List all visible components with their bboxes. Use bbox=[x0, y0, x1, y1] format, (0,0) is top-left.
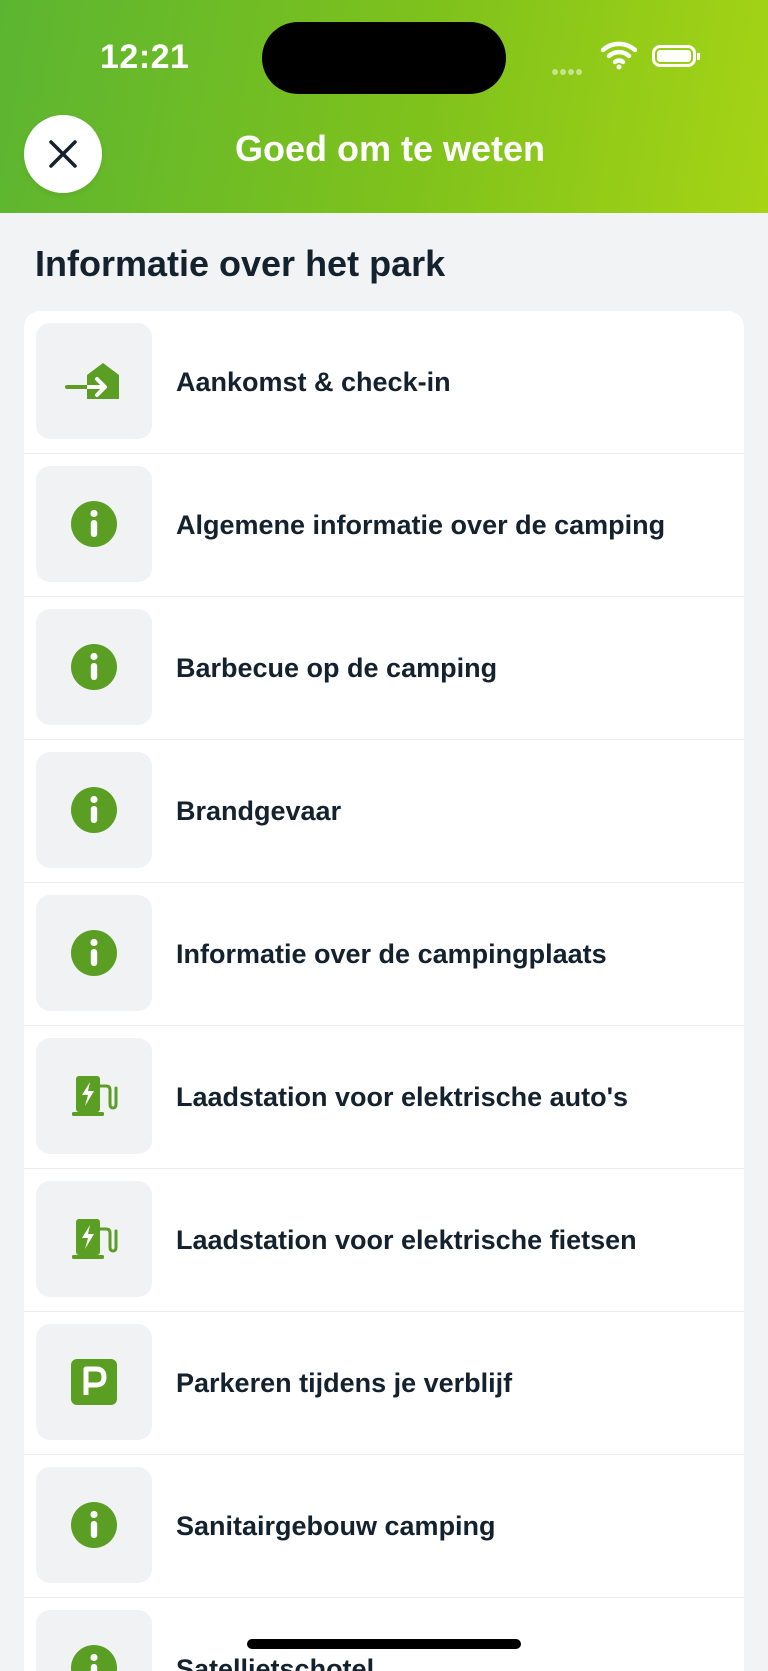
list-item-label: Laadstation voor elektrische auto's bbox=[176, 1081, 629, 1112]
info-icon bbox=[71, 930, 117, 976]
list-item-sanitary-building[interactable]: Sanitairgebouw camping bbox=[24, 1455, 744, 1598]
wifi-icon bbox=[601, 41, 637, 70]
list-item-parking[interactable]: Parkeren tijdens je verblijf bbox=[24, 1312, 744, 1455]
info-icon bbox=[71, 1502, 117, 1548]
list-item-label: Laadstation voor elektrische fietsen bbox=[176, 1224, 637, 1255]
list-item-label: Parkeren tijdens je verblijf bbox=[176, 1367, 513, 1398]
icon-tile bbox=[36, 752, 152, 868]
section-title: Informatie over het park bbox=[35, 243, 446, 284]
battery-icon bbox=[652, 45, 700, 67]
list-item-satellite-dish[interactable]: Satellietschotel bbox=[24, 1598, 744, 1671]
list-item-ev-charging-cars[interactable]: Laadstation voor elektrische auto's bbox=[24, 1026, 744, 1169]
list-item-label: Brandgevaar bbox=[176, 795, 342, 826]
list-item-label: Aankomst & check-in bbox=[176, 366, 451, 397]
info-list: Aankomst & check-in Algemene informatie … bbox=[24, 311, 744, 1671]
icon-tile bbox=[36, 609, 152, 725]
list-item-label: Algemene informatie over de camping bbox=[176, 509, 666, 540]
home-indicator[interactable] bbox=[247, 1639, 521, 1649]
icon-tile bbox=[36, 1038, 152, 1154]
list-item-arrival[interactable]: Aankomst & check-in bbox=[24, 311, 744, 454]
page-title: Goed om te weten bbox=[234, 128, 546, 169]
list-item-label: Satellietschotel bbox=[176, 1653, 375, 1671]
list-item-label: Barbecue op de camping bbox=[176, 652, 498, 683]
cellular-signal-icon bbox=[552, 62, 584, 80]
icon-tile bbox=[36, 466, 152, 582]
status-bar-time: 12:21 bbox=[100, 38, 190, 76]
icon-tile bbox=[36, 895, 152, 1011]
list-item-label: Sanitairgebouw camping bbox=[176, 1510, 496, 1541]
icon-tile bbox=[36, 1324, 152, 1440]
dynamic-island bbox=[262, 22, 506, 94]
list-item-ev-charging-bikes[interactable]: Laadstation voor elektrische fietsen bbox=[24, 1169, 744, 1312]
info-icon bbox=[71, 1645, 117, 1671]
info-icon bbox=[71, 787, 117, 833]
arrival-icon bbox=[65, 363, 119, 399]
info-icon bbox=[71, 501, 117, 547]
icon-tile bbox=[36, 1610, 152, 1671]
list-item-label: Informatie over de campingplaats bbox=[176, 938, 607, 969]
list-item-barbecue[interactable]: Barbecue op de camping bbox=[24, 597, 744, 740]
icon-tile bbox=[36, 1467, 152, 1583]
charging-station-icon bbox=[72, 1219, 118, 1259]
info-icon bbox=[71, 644, 117, 690]
app-header: 12:21 Goed om te weten bbox=[0, 0, 768, 213]
parking-icon bbox=[71, 1359, 117, 1405]
icon-tile bbox=[36, 323, 152, 439]
list-item-general-info[interactable]: Algemene informatie over de camping bbox=[24, 454, 744, 597]
list-item-fire-danger[interactable]: Brandgevaar bbox=[24, 740, 744, 883]
charging-station-icon bbox=[72, 1076, 118, 1116]
list-item-campsite-info[interactable]: Informatie over de campingplaats bbox=[24, 883, 744, 1026]
icon-tile bbox=[36, 1181, 152, 1297]
